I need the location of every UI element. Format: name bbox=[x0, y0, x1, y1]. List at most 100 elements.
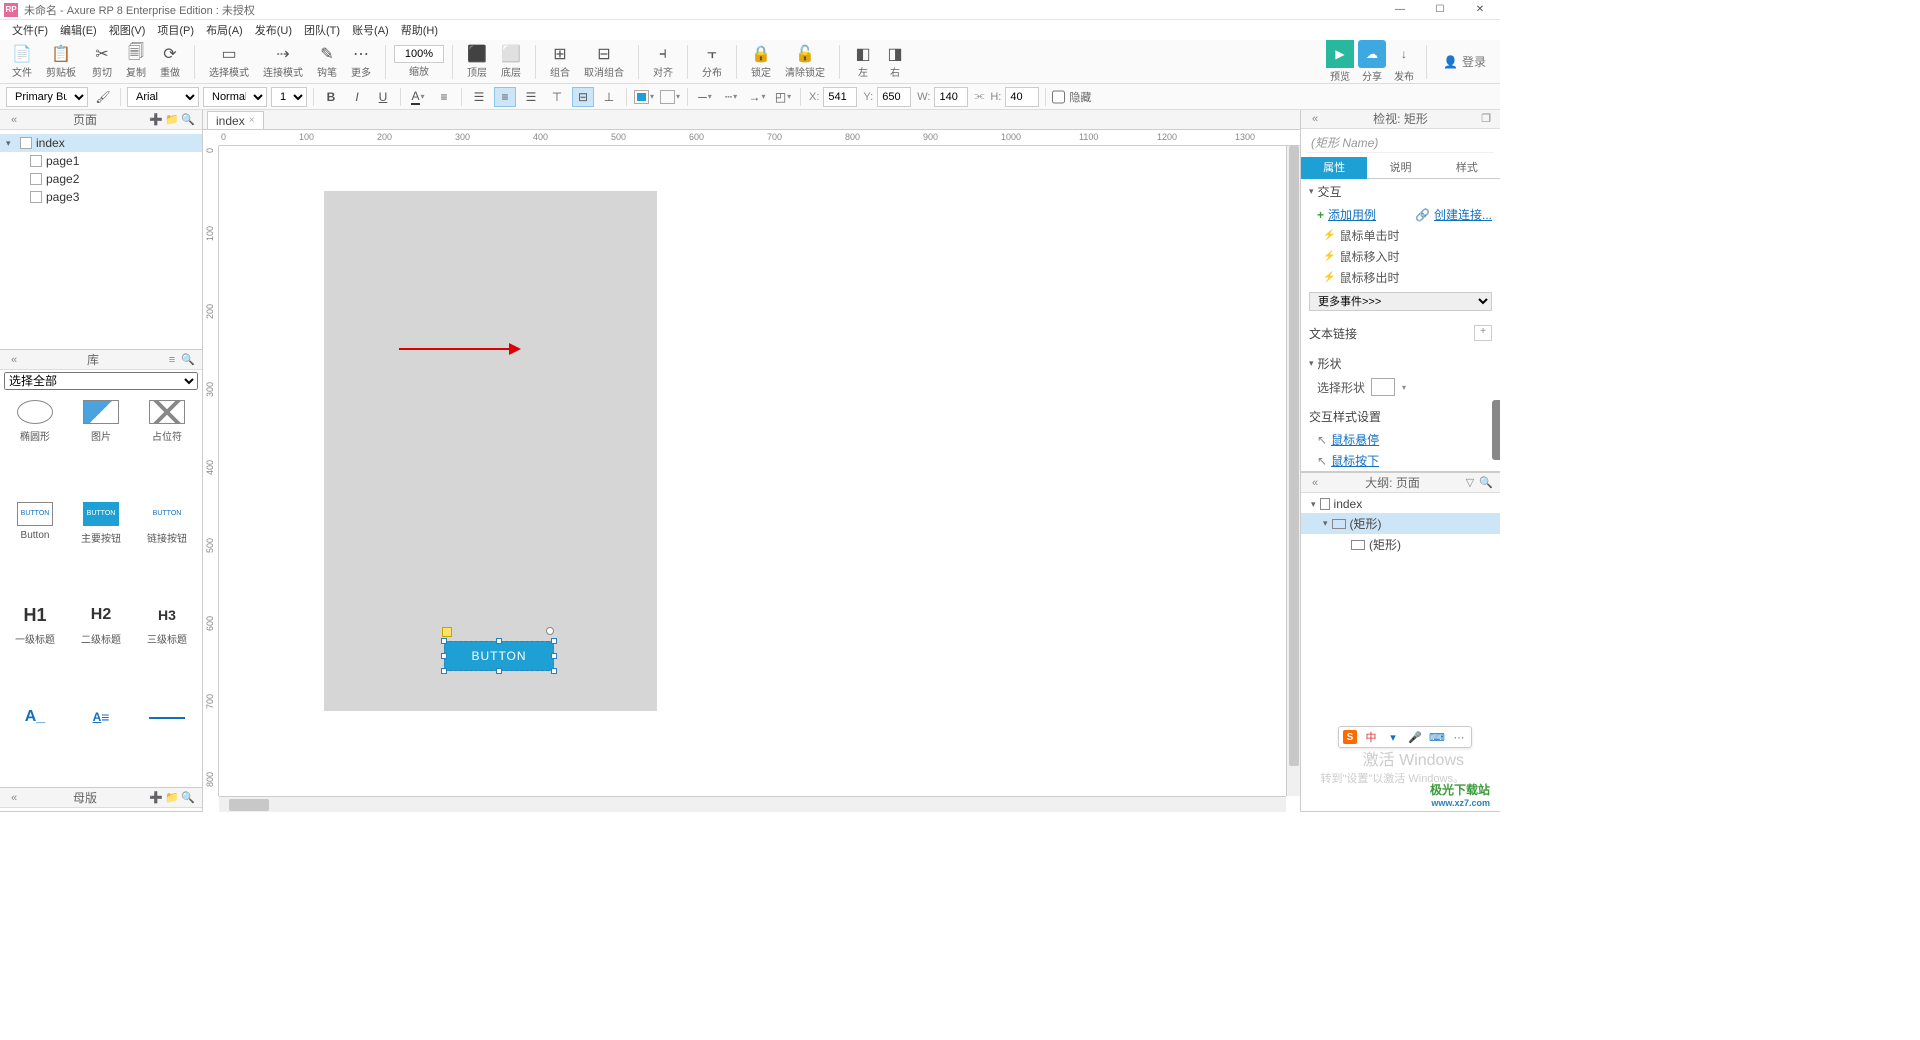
h-input[interactable] bbox=[1005, 87, 1039, 107]
shape-select-combo[interactable] bbox=[1371, 378, 1395, 396]
selected-widget-button[interactable]: BUTTON bbox=[444, 641, 554, 671]
paintbrush-icon[interactable]: 🖌 bbox=[92, 87, 114, 107]
library-item[interactable]: 图片 bbox=[70, 396, 132, 494]
library-item[interactable]: BUTTON主要按钮 bbox=[70, 498, 132, 596]
library-item[interactable] bbox=[136, 701, 198, 784]
menu-item[interactable]: 账号(A) bbox=[346, 20, 395, 40]
corner-button[interactable]: ◰▾ bbox=[772, 87, 794, 107]
underline-button[interactable]: U bbox=[372, 87, 394, 107]
ix-style-link[interactable]: ↖鼠标悬停 bbox=[1301, 429, 1500, 450]
font-size-select[interactable]: 13 bbox=[271, 87, 307, 107]
library-item[interactable]: H2二级标题 bbox=[70, 599, 132, 697]
menu-item[interactable]: 团队(T) bbox=[298, 20, 346, 40]
menu-item[interactable]: 帮助(H) bbox=[395, 20, 444, 40]
rotation-handle[interactable] bbox=[546, 627, 554, 635]
scrollbar-vertical[interactable] bbox=[1286, 146, 1300, 796]
library-item[interactable]: A≡ bbox=[70, 701, 132, 784]
maximize-button[interactable]: ☐ bbox=[1420, 0, 1460, 20]
publish-button[interactable]: ↓ bbox=[1390, 40, 1418, 68]
line-style-button[interactable]: ┄▾ bbox=[720, 87, 742, 107]
align-middle-button[interactable]: ⊟ bbox=[572, 87, 594, 107]
italic-button[interactable]: I bbox=[346, 87, 368, 107]
library-item[interactable]: H1一级标题 bbox=[4, 599, 66, 697]
new-window-icon[interactable]: ❐ bbox=[1478, 112, 1494, 125]
zoom-input[interactable] bbox=[394, 45, 444, 63]
toolbar-button[interactable]: ⊟取消组合 bbox=[578, 42, 630, 81]
page-item[interactable]: page2 bbox=[0, 170, 202, 188]
panel-collapse-icon[interactable]: « bbox=[6, 114, 22, 126]
close-button[interactable]: ✕ bbox=[1460, 0, 1500, 20]
fill-color-button[interactable]: ▾ bbox=[633, 87, 655, 107]
selection-handle[interactable] bbox=[551, 638, 557, 644]
bold-button[interactable]: B bbox=[320, 87, 342, 107]
lib-menu-icon[interactable]: ≡ bbox=[164, 354, 180, 366]
selection-handle[interactable] bbox=[551, 653, 557, 659]
font-color-button[interactable]: A▾ bbox=[407, 87, 429, 107]
panel-collapse-icon[interactable]: « bbox=[6, 792, 22, 804]
ime-more-icon[interactable]: ⋯ bbox=[1451, 729, 1467, 745]
panel-collapse-icon[interactable]: « bbox=[6, 354, 22, 366]
toolbar-button[interactable]: ⫞对齐 bbox=[647, 42, 679, 81]
toolbar-button[interactable]: ⬛顶层 bbox=[461, 42, 493, 81]
selection-handle[interactable] bbox=[551, 668, 557, 674]
add-folder-icon[interactable]: 📁 bbox=[164, 113, 180, 126]
ix-style-link[interactable]: ↖鼠标按下 bbox=[1301, 450, 1500, 471]
outline-item[interactable]: ▾(矩形) bbox=[1301, 513, 1500, 534]
hidden-checkbox[interactable] bbox=[1052, 87, 1065, 107]
selection-handle[interactable] bbox=[441, 638, 447, 644]
toolbar-button[interactable]: ⬜底层 bbox=[495, 42, 527, 81]
line-width-button[interactable]: ─▾ bbox=[694, 87, 716, 107]
toolbar-button[interactable]: 📋剪贴板 bbox=[40, 42, 82, 81]
inspector-tab[interactable]: 样式 bbox=[1434, 157, 1500, 179]
x-input[interactable] bbox=[823, 87, 857, 107]
library-item[interactable]: A_ bbox=[4, 701, 66, 784]
selection-handle[interactable] bbox=[441, 668, 447, 674]
add-folder-icon[interactable]: 📁 bbox=[164, 791, 180, 804]
side-collapse-handle[interactable] bbox=[1492, 400, 1500, 460]
align-right-button[interactable]: ☰ bbox=[520, 87, 542, 107]
ime-keyboard-icon[interactable]: ⌨ bbox=[1429, 729, 1445, 745]
toolbar-button[interactable]: 🔓清除锁定 bbox=[779, 42, 831, 81]
add-text-link-icon[interactable]: + bbox=[1474, 325, 1492, 341]
panel-collapse-icon[interactable]: « bbox=[1307, 113, 1323, 125]
filter-icon[interactable]: ▽ bbox=[1462, 476, 1478, 489]
page-item[interactable]: page3 bbox=[0, 188, 202, 206]
align-top-button[interactable]: ⊤ bbox=[546, 87, 568, 107]
toolbar-button[interactable]: ◨右 bbox=[880, 42, 910, 81]
canvas-viewport[interactable]: BUTTON bbox=[219, 146, 1286, 796]
outline-item[interactable]: (矩形) bbox=[1301, 534, 1500, 555]
preview-button[interactable]: ▶ bbox=[1326, 40, 1354, 68]
toolbar-button[interactable]: 🔒锁定 bbox=[745, 42, 777, 81]
bullet-button[interactable]: ≡ bbox=[433, 87, 455, 107]
toolbar-button[interactable]: ⋯更多 bbox=[345, 42, 377, 81]
library-item[interactable]: BUTTON链接按钮 bbox=[136, 498, 198, 596]
widget-name-input[interactable]: (矩形 Name) bbox=[1307, 133, 1494, 154]
align-center-button[interactable]: ≡ bbox=[494, 87, 516, 107]
align-left-button[interactable]: ☰ bbox=[468, 87, 490, 107]
inspector-tab[interactable]: 属性 bbox=[1301, 157, 1367, 179]
ime-lang-icon[interactable]: 中 bbox=[1363, 729, 1379, 745]
menu-item[interactable]: 编辑(E) bbox=[54, 20, 103, 40]
toolbar-button[interactable]: ✎钩笔 bbox=[311, 42, 343, 81]
share-button[interactable]: ☁ bbox=[1358, 40, 1386, 68]
toolbar-button[interactable]: ✂剪切 bbox=[86, 42, 118, 81]
toolbar-button[interactable]: ⫟分布 bbox=[696, 42, 728, 81]
event-item[interactable]: ⚡鼠标移出时 bbox=[1301, 267, 1500, 288]
ime-mic-icon[interactable]: 🎤 bbox=[1407, 729, 1423, 745]
align-bottom-button[interactable]: ⊥ bbox=[598, 87, 620, 107]
library-item[interactable]: 占位符 bbox=[136, 396, 198, 494]
toolbar-button[interactable]: 📄文件 bbox=[6, 42, 38, 81]
lock-aspect-icon[interactable]: ⫘ bbox=[974, 90, 984, 103]
menu-item[interactable]: 发布(U) bbox=[249, 20, 298, 40]
inspector-tab[interactable]: 说明 bbox=[1367, 157, 1433, 179]
menu-item[interactable]: 布局(A) bbox=[200, 20, 249, 40]
menu-item[interactable]: 项目(P) bbox=[151, 20, 200, 40]
selection-handle[interactable] bbox=[496, 638, 502, 644]
scrollbar-horizontal[interactable] bbox=[219, 796, 1286, 812]
search-icon[interactable]: 🔍 bbox=[180, 113, 196, 126]
more-events-select[interactable]: 更多事件>>> bbox=[1309, 292, 1492, 311]
font-style-select[interactable]: Normal bbox=[203, 87, 267, 107]
font-family-select[interactable]: Arial bbox=[127, 87, 199, 107]
search-icon[interactable]: 🔍 bbox=[1478, 476, 1494, 489]
outline-item[interactable]: ▾index bbox=[1301, 495, 1500, 513]
